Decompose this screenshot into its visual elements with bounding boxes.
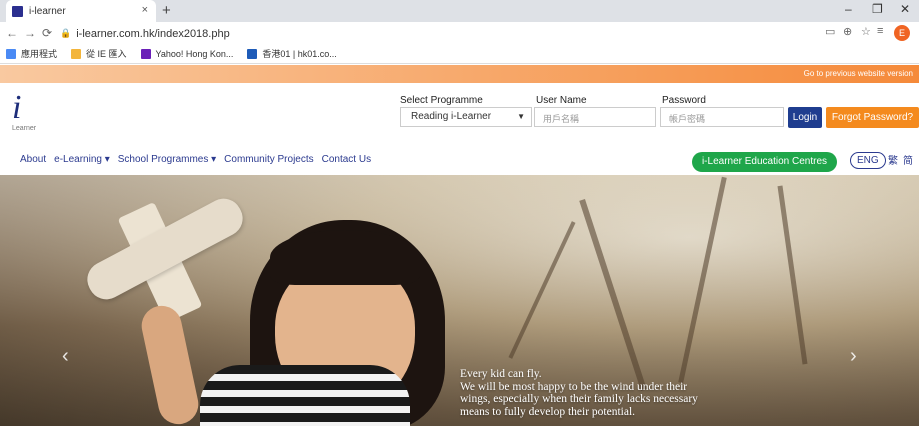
bookmark-hk01[interactable]: 香港01 | hk01.co...	[247, 47, 337, 60]
username-label: User Name	[536, 95, 587, 106]
back-icon[interactable]: ←	[6, 26, 18, 40]
carousel-next-icon[interactable]: ›	[850, 345, 857, 368]
programme-label: Select Programme	[400, 95, 483, 106]
lang-eng[interactable]: ENG	[850, 152, 886, 169]
bookmark-ie-import[interactable]: 從 IE 匯入	[71, 47, 127, 60]
address-bar-row: ← → ⟳ 🔒 i-learner.com.hk/index2018.php ▭…	[0, 22, 919, 44]
bookmark-label: 應用程式	[21, 49, 58, 59]
lang-simplified[interactable]: 简	[903, 152, 913, 167]
apps-grid-icon	[6, 48, 16, 59]
nav-community-projects[interactable]: Community Projects	[224, 154, 313, 165]
lock-icon: 🔒	[60, 28, 72, 38]
hero-banner: ‹ › Every kid can fly. We will be most h…	[0, 175, 919, 426]
reload-icon[interactable]: ⟳	[42, 26, 52, 40]
previous-version-link[interactable]: Go to previous website version	[804, 69, 913, 78]
logo-text: Learner	[12, 125, 37, 132]
password-placeholder: 帳戶密碼	[669, 114, 706, 124]
bookmark-apps[interactable]: 應用程式	[6, 47, 57, 60]
profile-avatar[interactable]: E	[894, 25, 910, 41]
username-placeholder: 用戶名稱	[543, 114, 580, 124]
close-tab-icon[interactable]: ×	[142, 4, 148, 16]
caption-line: Every kid can fly.	[460, 368, 542, 380]
login-button[interactable]: Login	[788, 107, 822, 128]
lang-traditional[interactable]: 繁	[888, 152, 898, 167]
password-input[interactable]: 帳戶密碼	[660, 107, 784, 127]
browser-tab-bar: i-learner × + – ❐ ✕	[0, 0, 919, 22]
forgot-password-button[interactable]: Forgot Password?	[826, 107, 919, 128]
girl-fringe	[270, 230, 420, 285]
programme-select[interactable]: Reading i-Learner ▼	[400, 107, 532, 127]
caption-line: wings, especially when their family lack…	[460, 393, 698, 405]
caption-line: means to fully develop their potential.	[460, 405, 636, 418]
restore-icon[interactable]: ❐	[872, 2, 883, 16]
password-label: Password	[662, 95, 706, 106]
reading-list-icon[interactable]: ≡	[877, 25, 883, 37]
close-window-icon[interactable]: ✕	[900, 2, 910, 16]
bookmark-label: 香港01 | hk01.co...	[262, 49, 337, 59]
hk01-icon	[247, 48, 258, 59]
tab-title: i-learner	[29, 5, 66, 17]
bookmark-label: 從 IE 匯入	[86, 49, 127, 59]
nav-school-programmes[interactable]: School Programmes ▾	[118, 154, 216, 165]
minimize-icon[interactable]: –	[845, 2, 852, 16]
education-centres-button[interactable]: i-Learner Education Centres	[692, 152, 837, 172]
carousel-prev-icon[interactable]: ‹	[62, 345, 69, 368]
nav-about[interactable]: About	[20, 154, 46, 165]
programme-value: Reading i-Learner	[411, 111, 492, 122]
ilearner-logo[interactable]: i Learner	[12, 91, 44, 135]
bookmark-yahoo[interactable]: Yahoo! Hong Kon...	[140, 48, 234, 59]
new-tab-button[interactable]: +	[162, 2, 171, 19]
logo-mark-icon: i	[12, 89, 22, 126]
site-favicon-icon	[12, 5, 23, 17]
girl-shirt	[200, 365, 410, 426]
folder-icon	[71, 48, 82, 59]
bookmark-star-icon[interactable]: ☆	[861, 25, 871, 38]
chevron-down-icon: ▼	[517, 112, 525, 121]
site-header: i Learner Select Programme Reading i-Lea…	[0, 83, 919, 145]
cast-icon[interactable]: ▭	[825, 25, 835, 38]
zoom-icon[interactable]: ⊕	[843, 25, 852, 38]
bookmarks-bar: 應用程式 從 IE 匯入 Yahoo! Hong Kon... 香港01 | h…	[0, 44, 919, 64]
yahoo-icon	[140, 48, 151, 59]
forward-icon[interactable]: →	[24, 26, 36, 40]
caption-line: We will be most happy to be the wind und…	[460, 380, 688, 393]
top-orange-bar: Go to previous website version	[0, 65, 919, 83]
hero-caption: Every kid can fly. We will be most happy…	[460, 368, 760, 418]
nav-contact-us[interactable]: Contact Us	[322, 154, 371, 165]
url-text: i-learner.com.hk/index2018.php	[76, 27, 230, 40]
url-field[interactable]: 🔒 i-learner.com.hk/index2018.php	[60, 25, 820, 42]
browser-tab[interactable]: i-learner ×	[6, 0, 156, 22]
username-input[interactable]: 用戶名稱	[534, 107, 656, 127]
nav-elearning[interactable]: e-Learning ▾	[54, 154, 110, 165]
bookmark-label: Yahoo! Hong Kon...	[155, 48, 234, 59]
